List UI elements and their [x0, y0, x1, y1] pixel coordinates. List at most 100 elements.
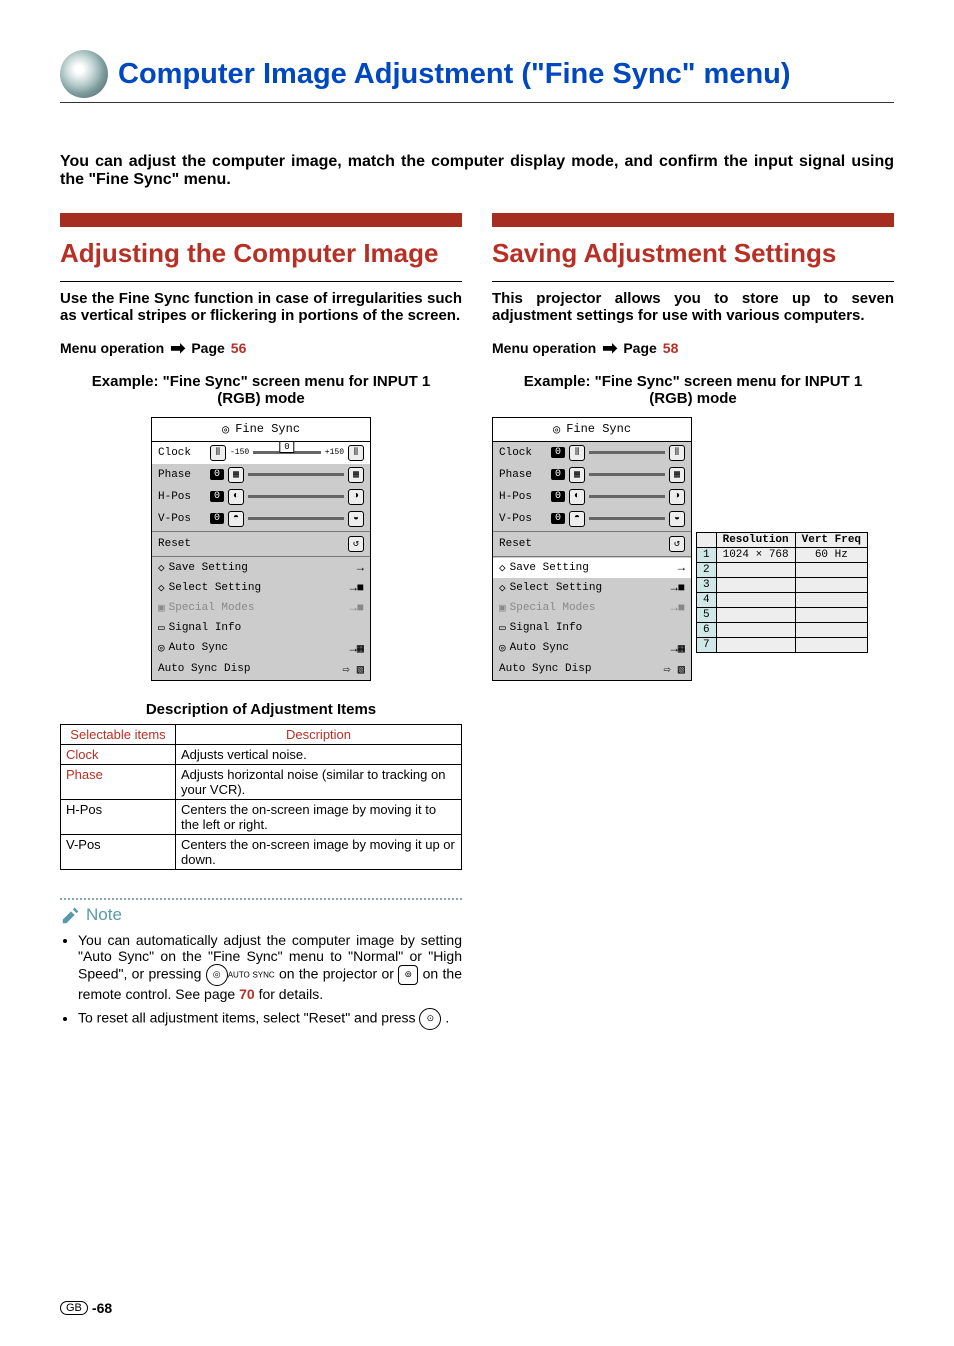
note-1: You can automatically adjust the compute…	[78, 932, 462, 1002]
diamond-icon: ◇	[499, 561, 506, 575]
osd-title-row: ◎ Fine Sync	[152, 418, 370, 442]
hpos-right-icon: ◑	[669, 489, 685, 505]
hpos-right-icon: ◑	[348, 489, 364, 505]
right-column: Saving Adjustment Settings This projecto…	[492, 213, 894, 1036]
vpos-down-icon: ◒	[348, 511, 364, 527]
page-title: Computer Image Adjustment ("Fine Sync" m…	[118, 58, 791, 91]
intro-text: You can adjust the computer image, match…	[60, 153, 894, 189]
desc-phase: Adjusts horizontal noise (similar to tra…	[176, 764, 462, 799]
clock-right-icon: ⦀	[348, 445, 364, 461]
reset-icon: ↺	[348, 536, 364, 552]
page-ref: 58	[663, 340, 679, 356]
val: 0	[210, 491, 224, 502]
desc-vpos: Centers the on-screen image by moving it…	[176, 834, 462, 869]
divider	[492, 281, 894, 282]
section-bar	[492, 213, 894, 227]
sync-icon: ◎	[499, 641, 506, 655]
modes-icon: ▣	[158, 601, 165, 615]
osd-row-vpos: V-Pos	[158, 513, 206, 525]
arrow-right-icon: ➡	[170, 338, 185, 359]
val: 0	[210, 513, 224, 524]
arrow-icon: ⇨ ▧	[342, 662, 364, 677]
phase-icon: ▦	[669, 467, 685, 483]
slider-bar	[248, 473, 344, 476]
page-ref: 56	[231, 340, 247, 356]
pencil-note-icon	[60, 904, 82, 926]
left-lede: Use the Fine Sync function in case of ir…	[60, 290, 462, 324]
th-description: Description	[176, 724, 462, 744]
osd-screenshot: ◎ Fine Sync Clock ⦀ -150 0 +150 ⦀ Phase …	[151, 417, 371, 681]
vpos-down-icon: ◒	[669, 511, 685, 527]
osd-select: Select Setting	[169, 582, 346, 594]
reset-icon: ↺	[669, 536, 685, 552]
vpos-up-icon: ◓	[569, 511, 585, 527]
desc-hpos: Centers the on-screen image by moving it…	[176, 799, 462, 834]
arrow-icon: →■	[350, 581, 364, 595]
item-vpos: V-Pos	[61, 834, 176, 869]
info-icon: ▭	[158, 621, 165, 635]
diamond-icon: ◇	[158, 561, 165, 575]
vpos-up-icon: ◓	[228, 511, 244, 527]
clock-left-icon: ⦀	[210, 445, 226, 461]
item-phase: Phase	[61, 764, 176, 799]
th-resolution: Resolution	[716, 532, 795, 547]
menuop-label: Menu operation	[60, 340, 164, 356]
note-2: To reset all adjustment items, select "R…	[78, 1008, 462, 1030]
example-caption: Example: "Fine Sync" screen menu for INP…	[60, 373, 462, 407]
section-heading-adjusting: Adjusting the Computer Image	[60, 239, 462, 269]
hpos-left-icon: ◐	[569, 489, 585, 505]
osd-title: Fine Sync	[566, 422, 631, 436]
section-bar	[60, 213, 462, 227]
range-hi: +150	[325, 448, 344, 457]
phase-icon: ▦	[569, 467, 585, 483]
description-table: Selectable items Description Clock Adjus…	[60, 724, 462, 870]
divider	[60, 281, 462, 282]
osd-title: Fine Sync	[235, 422, 300, 436]
osd-row-phase: Phase	[158, 469, 206, 481]
page-label: Page	[191, 340, 224, 356]
th-selectable: Selectable items	[61, 724, 176, 744]
phase-icon: ▦	[348, 467, 364, 483]
item-clock: Clock	[61, 744, 176, 764]
note-label: Note	[60, 904, 462, 926]
section-heading-saving: Saving Adjustment Settings	[492, 239, 894, 269]
diamond-icon: ◇	[499, 581, 506, 595]
clock-left-icon: ⦀	[569, 445, 585, 461]
desc-clock: Adjusts vertical noise.	[176, 744, 462, 764]
remote-autosync-icon: ⊚	[398, 965, 418, 985]
item-hpos: H-Pos	[61, 799, 176, 834]
osd-row-clock: Clock	[158, 447, 206, 459]
slider-bar	[248, 495, 344, 498]
osd-signal: Signal Info	[169, 622, 364, 634]
range-lo: -150	[230, 448, 249, 457]
phase-icon: ▦	[228, 467, 244, 483]
enter-button-icon: ⊙	[419, 1008, 441, 1030]
sync-icon: ◎	[553, 422, 560, 437]
autosync-tiny: AUTO SYNC	[228, 970, 275, 979]
val: 0	[210, 469, 224, 480]
save-settings-table: Resolution Vert Freq 11024 × 76860 Hz 2 …	[696, 532, 868, 653]
arrow-right-icon: ➡	[602, 338, 617, 359]
sphere-icon	[60, 50, 108, 98]
gb-badge: GB	[60, 1301, 88, 1315]
osd-autosync: Auto Sync	[169, 642, 346, 654]
slider-bar: 0	[253, 451, 321, 454]
modes-icon: ▣	[499, 601, 506, 615]
osd-screenshot-save: ◎ Fine Sync Clock 0 ⦀⦀ Phase 0 ▦▦	[492, 417, 692, 681]
clock-right-icon: ⦀	[669, 445, 685, 461]
page-label: Page	[623, 340, 656, 356]
left-column: Adjusting the Computer Image Use the Fin…	[60, 213, 462, 1036]
osd-reset: Reset	[158, 538, 344, 550]
diamond-icon: ◇	[158, 581, 165, 595]
sync-icon: ◎	[158, 641, 165, 655]
desc-heading: Description of Adjustment Items	[60, 701, 462, 718]
page-number: -68	[92, 1300, 112, 1316]
note-box: Note You can automatically adjust the co…	[60, 898, 462, 1030]
page-footer: GB -68	[60, 1300, 112, 1316]
sync-icon: ◎	[222, 422, 229, 437]
th-vertfreq: Vert Freq	[795, 532, 867, 547]
menu-operation-row: Menu operation ➡ Page 56	[60, 338, 462, 359]
osd-autosyncdisp: Auto Sync Disp	[158, 663, 338, 675]
slider-bar	[248, 517, 344, 520]
arrow-icon: →■	[350, 601, 364, 615]
